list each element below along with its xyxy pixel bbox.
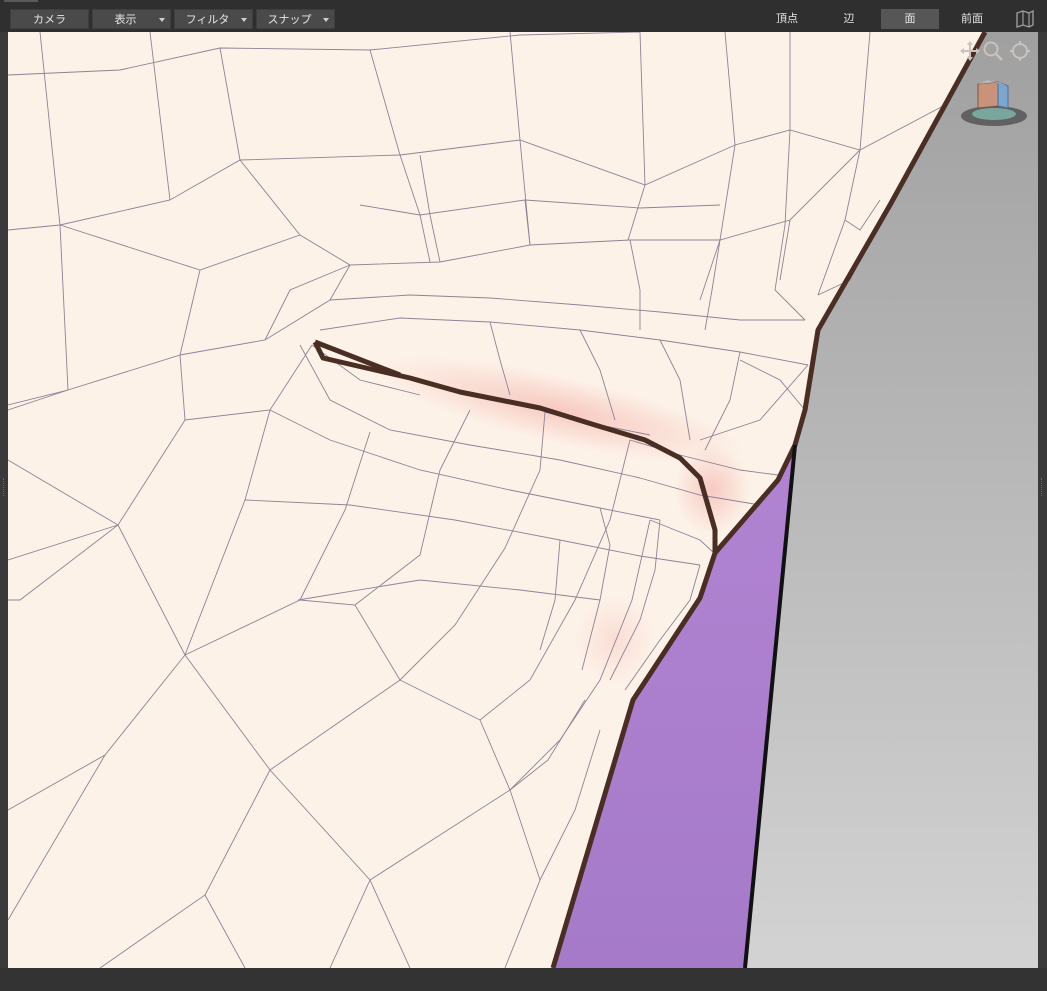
3d-viewport[interactable] <box>8 32 1038 968</box>
filter-menu-label: フィルタ <box>185 13 230 26</box>
tab-accent <box>4 0 38 2</box>
camera-menu-button[interactable]: カメラ <box>10 9 89 29</box>
pan-icon[interactable] <box>958 40 982 62</box>
snap-menu-label: スナップ <box>267 13 312 26</box>
panel-toggle-icon[interactable] <box>1014 9 1036 29</box>
mode-tab-face[interactable]: 面 <box>881 9 939 29</box>
mode-tab-face-label: 面 <box>904 12 916 25</box>
mode-tab-edge[interactable]: 辺 <box>820 9 878 29</box>
mode-tab-front[interactable]: 前面 <box>943 9 1001 29</box>
chevron-down-icon <box>159 18 165 22</box>
mode-tab-vertex[interactable]: 頂点 <box>758 9 816 29</box>
viewport-toolbar: カメラ 表示 フィルタ スナップ 頂点 辺 面 前面 <box>0 0 1047 32</box>
camera-menu-label: カメラ <box>33 13 66 26</box>
mode-tab-front-label: 前面 <box>961 12 983 25</box>
display-menu-button[interactable]: 表示 <box>92 9 171 29</box>
snap-menu-button[interactable]: スナップ <box>256 9 335 29</box>
mode-tab-vertex-label: 頂点 <box>776 12 798 25</box>
left-resize-rail[interactable] <box>0 32 8 968</box>
resize-grip[interactable] <box>3 478 6 496</box>
filter-menu-button[interactable]: フィルタ <box>174 9 253 29</box>
resize-grip[interactable] <box>1041 478 1044 496</box>
view-cube-icon[interactable] <box>958 74 1030 130</box>
display-menu-label: 表示 <box>114 13 137 26</box>
viewport-status-bar <box>0 968 1047 991</box>
zoom-icon[interactable] <box>981 39 1005 63</box>
chevron-down-icon <box>241 18 247 22</box>
rotate-icon[interactable] <box>1008 39 1032 63</box>
right-resize-rail[interactable] <box>1038 32 1047 968</box>
chevron-down-icon <box>323 18 329 22</box>
mode-tab-edge-label: 辺 <box>843 12 855 25</box>
